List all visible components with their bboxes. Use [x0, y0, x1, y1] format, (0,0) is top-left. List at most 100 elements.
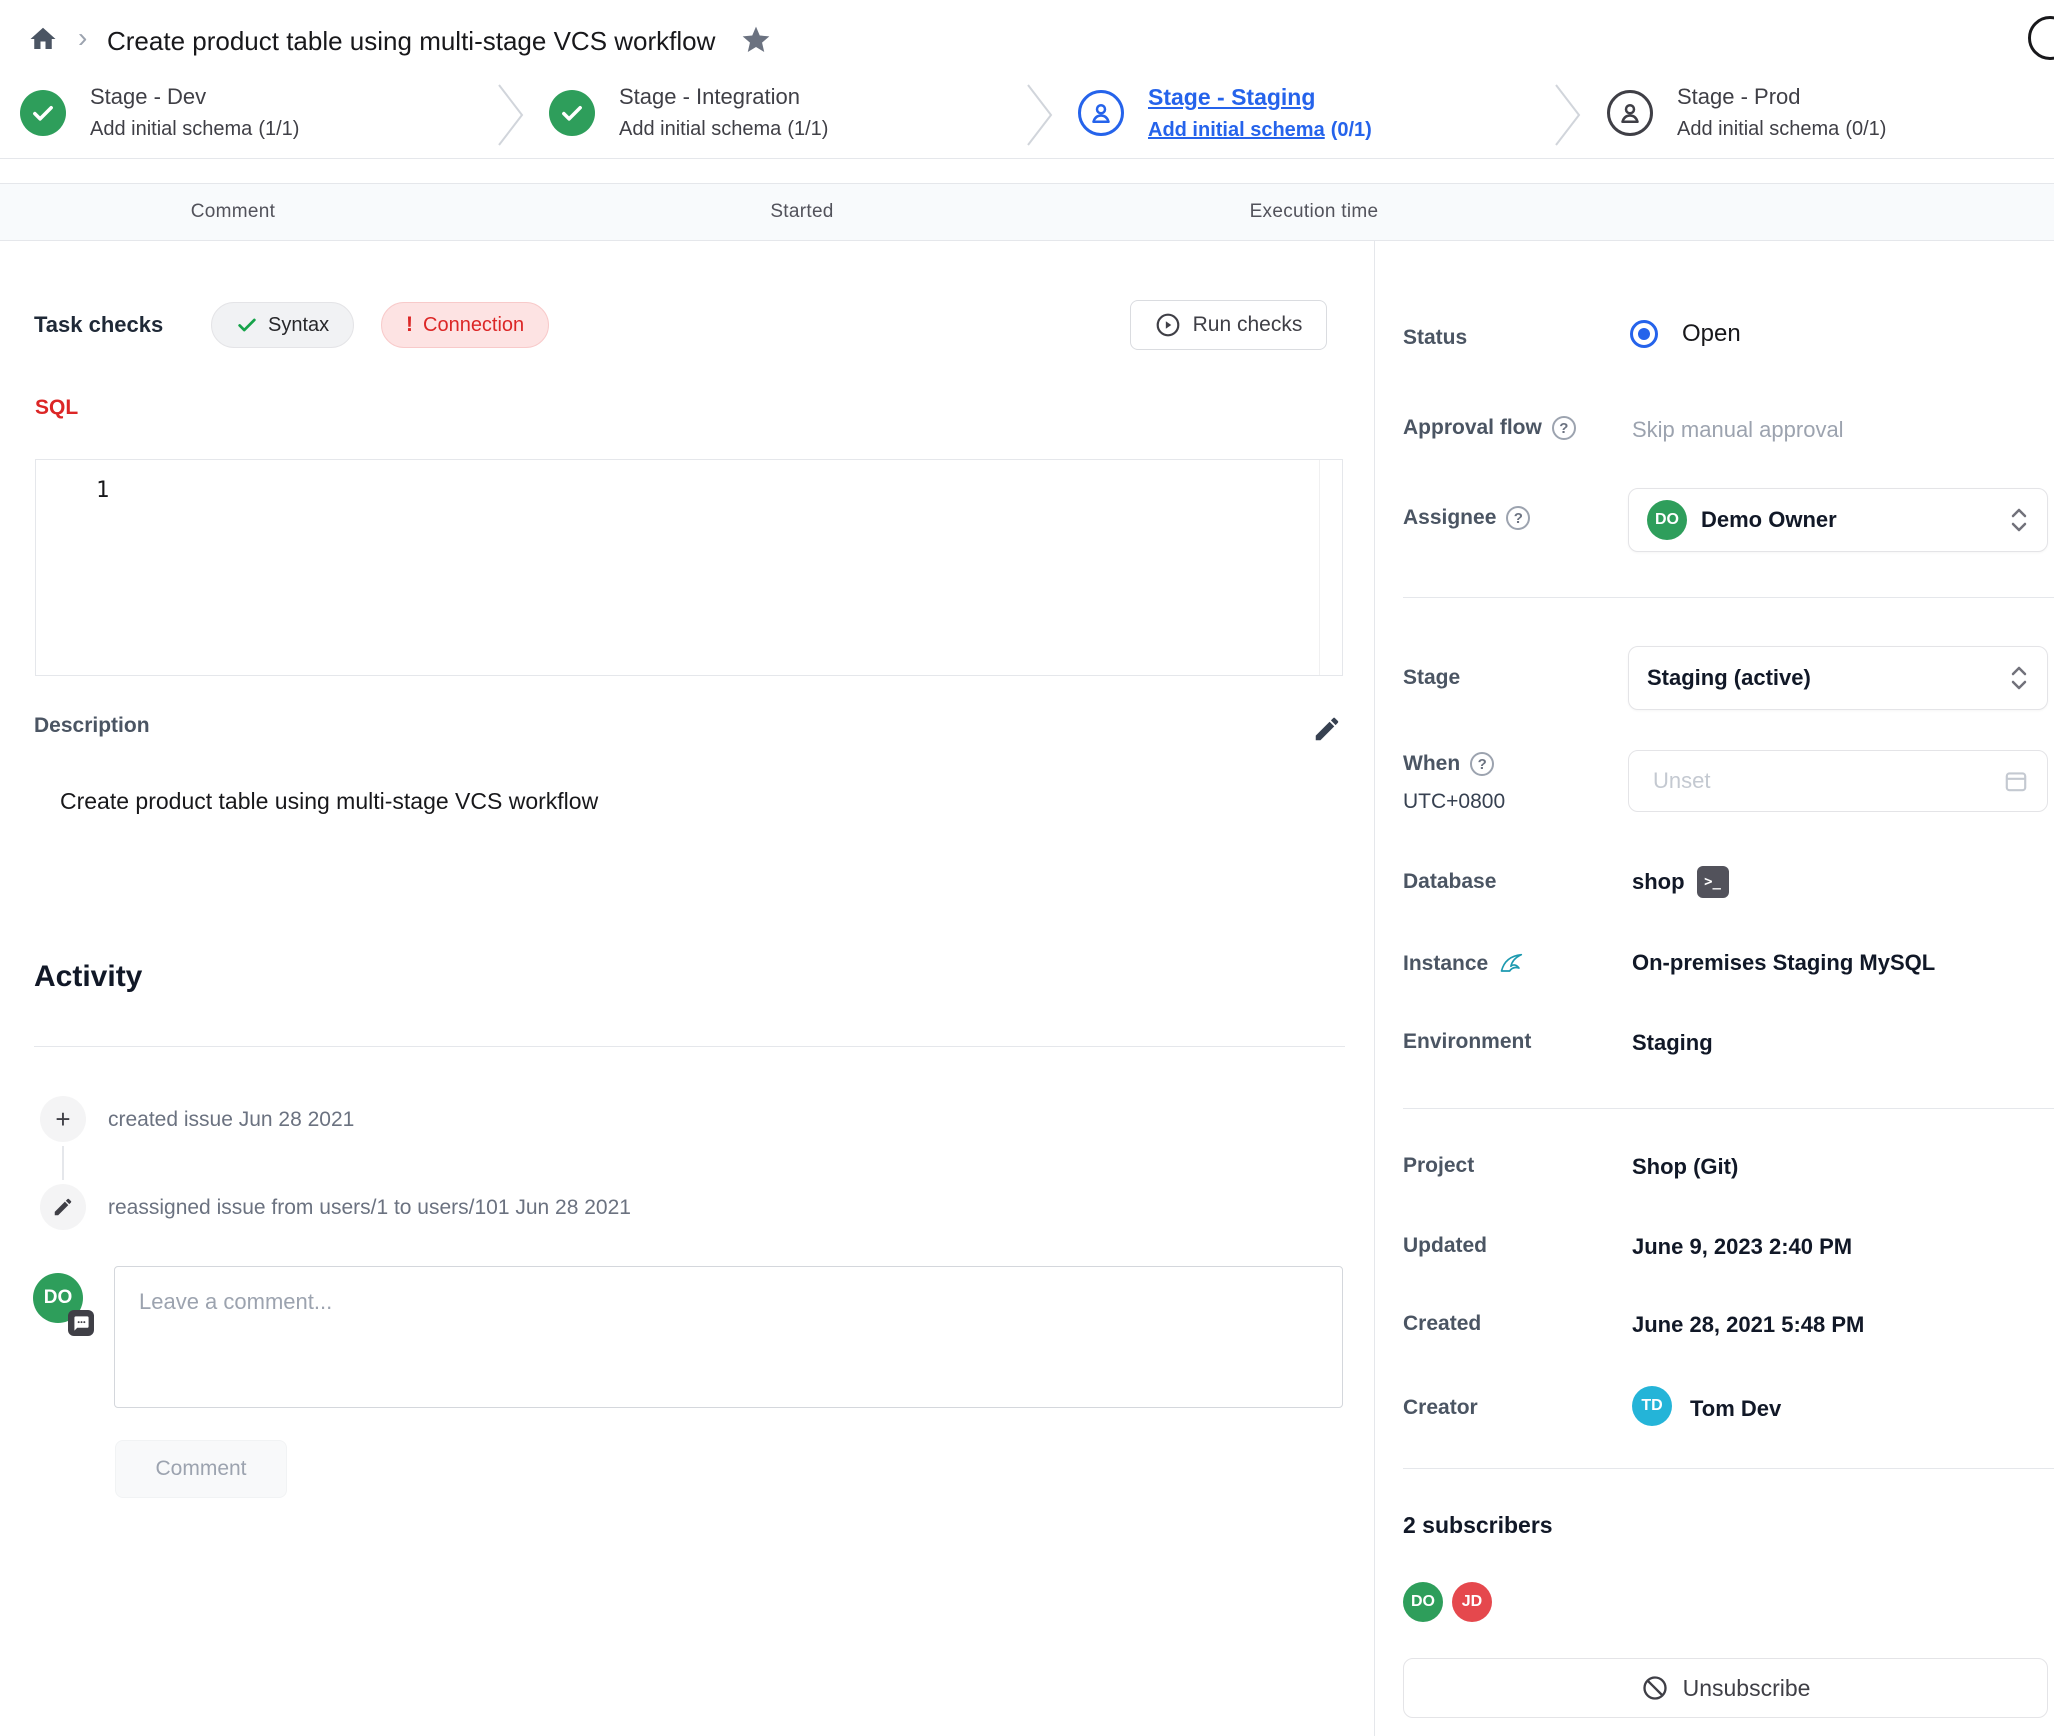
stage-subtitle: Add initial schema: [1677, 118, 1839, 140]
check-circle-icon: [549, 90, 595, 136]
stage-value: Staging (active): [1647, 665, 1995, 691]
avatar: TD: [1632, 1386, 1672, 1426]
stage-count: (0/1): [1331, 119, 1372, 141]
editor-ruler: [1319, 460, 1320, 675]
column-header-started: Started: [770, 201, 833, 223]
approval-flow-label: Approval flow ?: [1403, 416, 1576, 440]
edit-pencil-icon[interactable]: [1312, 714, 1342, 744]
play-circle-icon: [1155, 312, 1181, 338]
page-title: Create product table using multi-stage V…: [107, 26, 715, 57]
stage-item-prod[interactable]: Stage - Prod Add initial schema (0/1): [1607, 84, 1886, 141]
chevron-up-down-icon: [2009, 665, 2029, 691]
timeline-connector: [62, 1146, 64, 1180]
breadcrumb-chevron-icon: ›: [78, 22, 87, 54]
database-row: shop >_: [1632, 866, 1729, 898]
avatar: DO: [1647, 500, 1687, 540]
connection-check-label: Connection: [423, 314, 524, 337]
star-icon[interactable]: [740, 24, 772, 56]
sql-editor[interactable]: 1: [35, 459, 1343, 676]
chevron-up-down-icon: [2009, 507, 2029, 533]
stage-count: (0/1): [1845, 118, 1886, 140]
created-label: Created: [1403, 1312, 1481, 1336]
task-checks-label: Task checks: [34, 312, 163, 338]
avatar: JD: [1452, 1582, 1492, 1622]
status-radio[interactable]: [1630, 320, 1658, 348]
stage-item-staging[interactable]: Stage - Staging Add initial schema(0/1): [1078, 84, 1372, 142]
divider: [1374, 241, 1375, 1736]
creator-value: Tom Dev: [1690, 1396, 1781, 1422]
activity-event: reassigned issue from users/1 to users/1…: [108, 1196, 631, 1220]
stage-separator-icon: [496, 82, 526, 148]
stage-subtitle: Add initial schema: [90, 118, 252, 140]
assignee-value: Demo Owner: [1701, 507, 1995, 533]
creator-label: Creator: [1403, 1396, 1478, 1420]
plus-icon: +: [40, 1096, 86, 1142]
terminal-icon[interactable]: >_: [1697, 866, 1729, 898]
when-timezone: UTC+0800: [1403, 790, 1505, 814]
divider: [34, 1046, 1345, 1047]
stage-select[interactable]: Staging (active): [1628, 646, 2048, 710]
check-icon: [236, 314, 258, 336]
stage-title: Stage - Dev: [90, 84, 299, 110]
task-table-header: Comment Started Execution time: [0, 183, 2054, 241]
divider: [1403, 597, 2054, 598]
comment-input[interactable]: [114, 1266, 1343, 1408]
help-icon[interactable]: ?: [1506, 506, 1530, 530]
stage-count: (1/1): [258, 118, 299, 140]
issue-detail-page: › Create product table using multi-stage…: [0, 0, 2054, 1736]
column-header-comment: Comment: [191, 201, 275, 223]
warning-icon: !: [406, 313, 413, 337]
editor-line-number: 1: [96, 478, 109, 503]
run-checks-button[interactable]: Run checks: [1130, 300, 1327, 350]
updated-label: Updated: [1403, 1234, 1487, 1258]
database-label: Database: [1403, 870, 1496, 894]
help-icon[interactable]: ?: [1552, 416, 1576, 440]
stage-count: (1/1): [787, 118, 828, 140]
person-circle-icon: [1078, 90, 1124, 136]
database-value[interactable]: shop: [1632, 869, 1685, 895]
status-value: Open: [1682, 320, 1741, 348]
assignee-select[interactable]: DO Demo Owner: [1628, 488, 2048, 552]
comment-button[interactable]: Comment: [115, 1440, 287, 1498]
environment-value: Staging: [1632, 1030, 1713, 1056]
stage-item-integration[interactable]: Stage - Integration Add initial schema(1…: [549, 84, 828, 141]
approval-flow-value: Skip manual approval: [1632, 417, 1844, 443]
sql-section-label: SQL: [35, 396, 78, 420]
syntax-check-badge[interactable]: Syntax: [211, 302, 354, 348]
stage-item-dev[interactable]: Stage - Dev Add initial schema (1/1): [20, 84, 299, 141]
help-circle-icon[interactable]: [2028, 16, 2054, 60]
syntax-check-label: Syntax: [268, 314, 329, 337]
instance-label: Instance: [1403, 950, 1526, 978]
stage-separator-icon: [1025, 82, 1055, 148]
description-text: Create product table using multi-stage V…: [60, 788, 598, 815]
help-icon[interactable]: ?: [1470, 752, 1494, 776]
divider: [0, 158, 2054, 159]
environment-label: Environment: [1403, 1030, 1531, 1054]
project-label: Project: [1403, 1154, 1474, 1178]
project-value: Shop (Git): [1632, 1154, 1738, 1180]
when-datetime-input[interactable]: Unset: [1628, 750, 2048, 812]
unsubscribe-button[interactable]: Unsubscribe: [1403, 1658, 2048, 1718]
stage-title: Stage - Prod: [1677, 84, 1886, 110]
unsubscribe-label: Unsubscribe: [1683, 1675, 1811, 1702]
check-circle-icon: [20, 90, 66, 136]
no-entry-icon: [1641, 1674, 1669, 1702]
activity-heading: Activity: [34, 960, 142, 994]
connection-check-badge[interactable]: ! Connection: [381, 302, 549, 348]
when-placeholder: Unset: [1653, 768, 2003, 794]
status-label: Status: [1403, 326, 1467, 350]
mysql-dolphin-icon: [1498, 950, 1526, 978]
run-checks-label: Run checks: [1193, 313, 1303, 337]
home-icon[interactable]: [28, 24, 58, 54]
subscribers-heading: 2 subscribers: [1403, 1512, 1553, 1539]
column-header-execution-time: Execution time: [1250, 201, 1379, 223]
divider: [1403, 1468, 2054, 1469]
activity-event: created issue Jun 28 2021: [108, 1108, 354, 1132]
calendar-icon: [2003, 768, 2029, 794]
divider: [1403, 1108, 2054, 1109]
avatar: DO: [1403, 1582, 1443, 1622]
stage-separator-icon: [1553, 82, 1583, 148]
stage-title: Stage - Integration: [619, 84, 828, 110]
person-circle-icon: [1607, 90, 1653, 136]
assignee-label: Assignee ?: [1403, 506, 1530, 530]
